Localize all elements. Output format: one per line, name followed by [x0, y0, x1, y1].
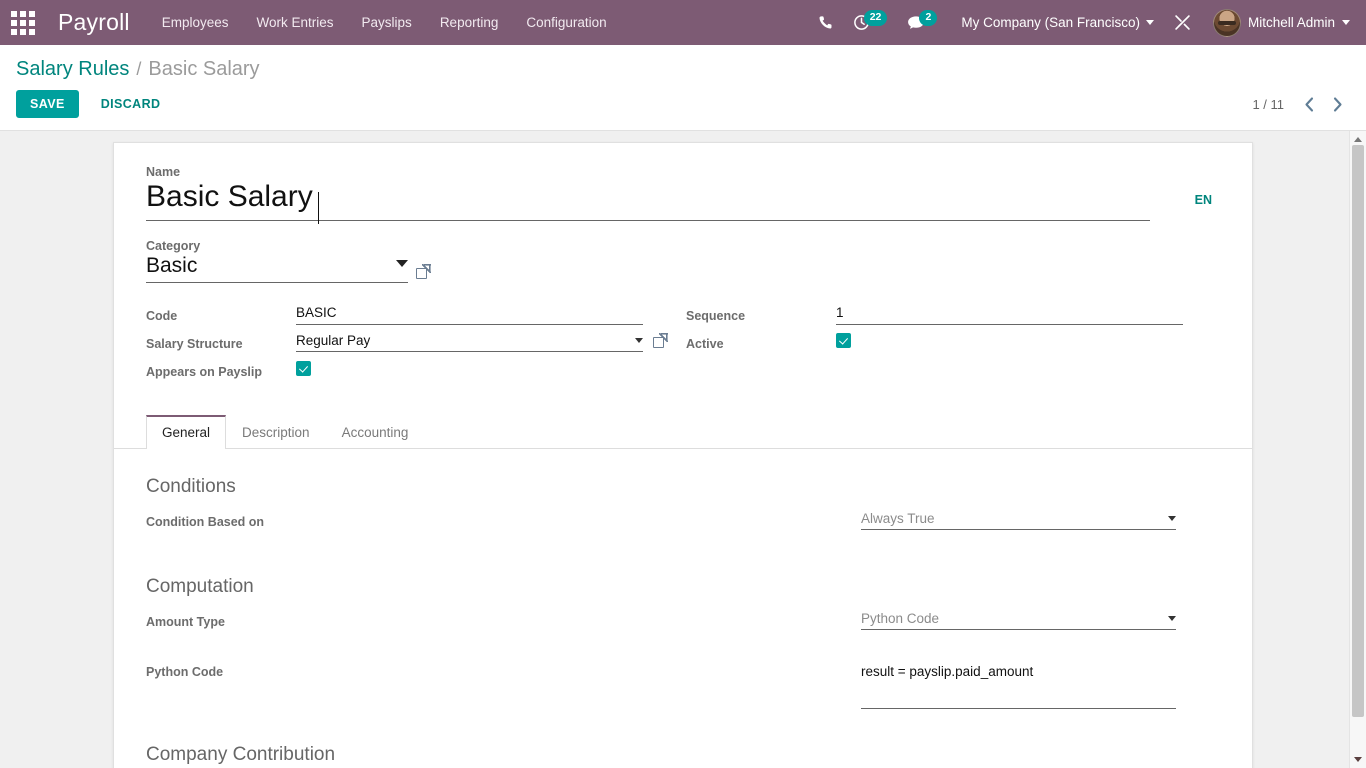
field-grid: Code Sequence Salary Structure Regu — [146, 305, 1220, 389]
category-label: Category — [146, 239, 201, 253]
external-link-icon[interactable] — [416, 264, 431, 279]
pager-next-button[interactable] — [1324, 91, 1350, 117]
amount-type-value: Python Code — [861, 611, 940, 626]
chevron-down-icon — [1342, 20, 1350, 25]
python-code-textarea[interactable]: result = payslip.paid_amount — [861, 661, 1176, 709]
control-panel-actions: SAVE DISCARD 1 / 11 — [16, 90, 1350, 118]
menu-item-configuration[interactable]: Configuration — [512, 0, 620, 45]
company-contribution-section-title: Company Contribution — [146, 744, 336, 765]
form-notebook-tabs: General Description Accounting — [114, 415, 1252, 449]
scroll-up-arrow-icon — [1354, 137, 1362, 142]
wrench-screwdriver-icon — [1175, 15, 1190, 30]
condition-based-on-value: Always True — [861, 511, 935, 526]
category-value: Basic — [146, 254, 198, 277]
record-pager: 1 / 11 — [1252, 91, 1350, 117]
code-field-group: Code — [146, 305, 686, 333]
record-form-sheet: Name EN Category Basic Code — [113, 142, 1253, 768]
sequence-field-group: Sequence — [686, 305, 1220, 333]
name-field-group: Name EN — [146, 165, 1220, 224]
tab-description[interactable]: Description — [226, 415, 326, 449]
company-name: My Company (San Francisco) — [961, 15, 1140, 30]
tab-general[interactable]: General — [146, 415, 227, 449]
salary-structure-field-group: Salary Structure Regular Pay — [146, 333, 686, 361]
grid-spacer — [686, 361, 1220, 389]
chevron-down-icon[interactable] — [396, 260, 408, 267]
appears-on-payslip-field-group: Appears on Payslip — [146, 361, 686, 389]
phone-icon[interactable] — [808, 0, 843, 45]
user-name: Mitchell Admin — [1247, 15, 1335, 30]
pager-counter: 1 / 11 — [1252, 96, 1284, 112]
chevron-down-icon[interactable] — [1168, 516, 1176, 521]
menu-item-work-entries[interactable]: Work Entries — [243, 0, 348, 45]
vertical-scrollbar[interactable] — [1349, 131, 1366, 768]
code-label: Code — [146, 309, 178, 323]
appears-on-payslip-label: Appears on Payslip — [146, 365, 263, 379]
tab-accounting[interactable]: Accounting — [326, 415, 425, 449]
name-label: Name — [146, 165, 181, 179]
activity-count-badge: 22 — [863, 10, 888, 26]
apps-grid-icon — [11, 10, 35, 35]
code-input[interactable] — [296, 305, 643, 325]
condition-based-on-label: Condition Based on — [146, 515, 265, 529]
conditions-section-title: Conditions — [146, 476, 236, 497]
salary-structure-value: Regular Pay — [296, 333, 371, 348]
amount-type-select[interactable]: Python Code — [861, 611, 1176, 630]
messages-menu-toggle[interactable]: 2 — [897, 0, 947, 45]
form-scroll-area: Name EN Category Basic Code — [0, 131, 1366, 768]
breadcrumb-item-salary-rules[interactable]: Salary Rules — [16, 56, 129, 82]
condition-based-on-field-group: Condition Based on Always True — [146, 511, 1220, 541]
avatar — [1212, 8, 1241, 37]
messages-count-badge: 2 — [919, 10, 938, 26]
condition-based-on-select[interactable]: Always True — [861, 511, 1176, 530]
category-select[interactable]: Basic — [146, 253, 408, 283]
sequence-label: Sequence — [686, 309, 746, 323]
menu-item-employees[interactable]: Employees — [148, 0, 243, 45]
apps-menu-toggle[interactable] — [0, 0, 46, 45]
breadcrumb-current: Basic Salary — [148, 58, 260, 80]
navbar-right-tools: 22 2 My Company (San Francisco) Mitchell… — [808, 0, 1366, 45]
developer-tools-menu[interactable] — [1164, 0, 1201, 45]
active-label: Active — [686, 337, 724, 351]
breadcrumb: Salary Rules / Basic Salary — [16, 45, 1350, 82]
activity-menu-toggle[interactable]: 22 — [843, 0, 898, 45]
discard-button[interactable]: DISCARD — [87, 90, 175, 118]
main-menu: Employees Work Entries Payslips Reportin… — [148, 0, 621, 45]
active-checkbox[interactable] — [836, 333, 851, 348]
text-cursor — [318, 192, 319, 224]
company-switcher[interactable]: My Company (San Francisco) — [947, 0, 1164, 45]
python-code-label: Python Code — [146, 665, 224, 679]
control-panel: Salary Rules / Basic Salary SAVE DISCARD… — [0, 45, 1366, 131]
top-navbar: Payroll Employees Work Entries Payslips … — [0, 0, 1366, 45]
chevron-down-icon[interactable] — [635, 338, 643, 343]
external-link-icon[interactable] — [653, 333, 668, 348]
menu-item-payslips[interactable]: Payslips — [348, 0, 426, 45]
translation-language-badge[interactable]: EN — [1195, 193, 1212, 207]
appears-on-payslip-checkbox[interactable] — [296, 361, 311, 376]
computation-section-title: Computation — [146, 576, 254, 597]
pager-previous-button[interactable] — [1296, 91, 1322, 117]
sequence-input[interactable] — [836, 305, 1183, 325]
scrollbar-thumb[interactable] — [1352, 145, 1364, 717]
menu-item-reporting[interactable]: Reporting — [426, 0, 513, 45]
app-brand-payroll[interactable]: Payroll — [46, 9, 148, 36]
breadcrumb-separator: / — [136, 59, 142, 79]
user-menu[interactable]: Mitchell Admin — [1201, 0, 1356, 45]
chevron-down-icon — [1145, 20, 1154, 25]
python-code-field-group: Python Code result = payslip.paid_amount — [146, 661, 1220, 709]
tab-panel-general: Conditions Condition Based on Always Tru… — [146, 449, 1220, 768]
scroll-down-button[interactable] — [1350, 751, 1366, 768]
salary-structure-label: Salary Structure — [146, 337, 243, 351]
category-field-group: Category Basic — [146, 239, 1220, 283]
save-button[interactable]: SAVE — [16, 90, 79, 118]
chevron-left-icon — [1304, 96, 1313, 112]
amount-type-label: Amount Type — [146, 615, 225, 629]
scroll-down-arrow-icon — [1354, 757, 1362, 762]
salary-structure-select[interactable]: Regular Pay — [296, 333, 643, 352]
amount-type-field-group: Amount Type Python Code — [146, 611, 1220, 641]
chevron-right-icon — [1333, 96, 1342, 112]
name-input[interactable] — [146, 179, 1150, 221]
active-field-group: Active — [686, 333, 1220, 361]
chevron-down-icon[interactable] — [1168, 616, 1176, 621]
